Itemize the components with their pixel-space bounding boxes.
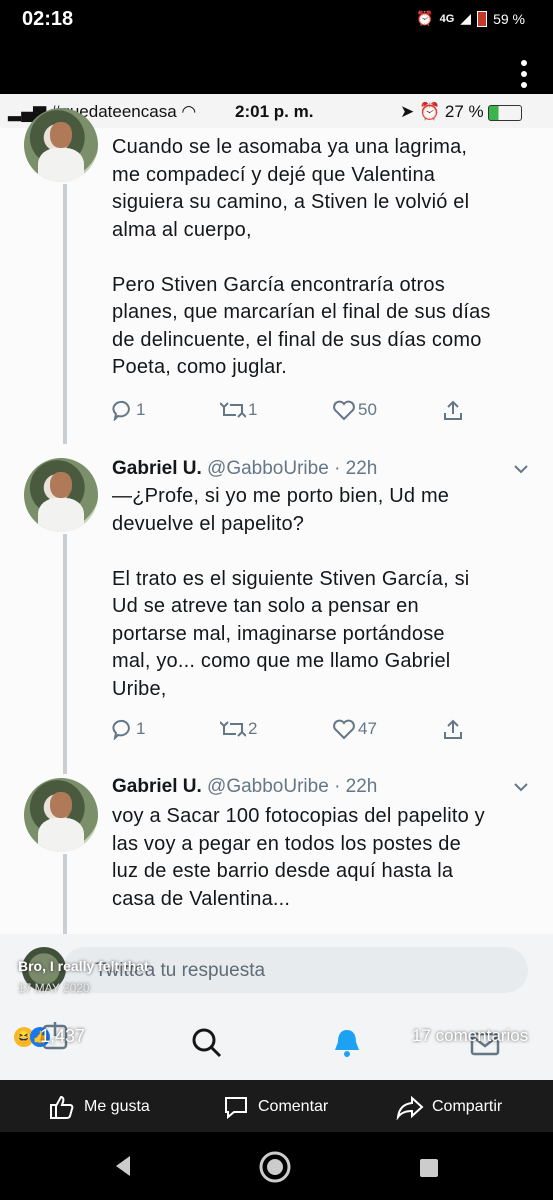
post-caption: Bro, I really felt that — [18, 958, 149, 974]
battery-icon — [477, 10, 488, 27]
search-icon — [192, 1028, 222, 1058]
battery-percent: 59 % — [493, 10, 525, 27]
bell-icon — [335, 1030, 359, 1057]
share-icon — [444, 719, 462, 739]
like-button[interactable]: 47 — [332, 718, 377, 740]
avatar[interactable] — [24, 108, 98, 182]
thread-line — [63, 534, 67, 774]
chevron-down-icon[interactable] — [514, 780, 528, 794]
thumbs-up-icon — [50, 1095, 74, 1119]
signal-icon: ◢ — [460, 10, 472, 26]
avatar[interactable] — [24, 778, 98, 852]
author-handle[interactable]: @GabboUribe — [207, 776, 329, 797]
share-button[interactable] — [442, 399, 464, 421]
share-arrow-icon — [396, 1095, 424, 1120]
back-icon[interactable] — [112, 1154, 134, 1178]
reply-icon — [112, 400, 130, 421]
author-name[interactable]: Gabriel U. — [112, 776, 202, 797]
battery-icon — [488, 104, 523, 121]
ios-time: 2:01 p. m. — [235, 102, 314, 121]
tweet-header: Gabriel U. @GabboUribe · 22h — [112, 776, 377, 798]
reaction-count[interactable]: 1,437 — [40, 1026, 85, 1047]
alarm-icon: ⏰ — [416, 10, 434, 26]
network-label: 4G — [439, 12, 455, 25]
fb-action-bar: Me gusta Comentar Compartir — [0, 1080, 553, 1132]
tweet-time: · 22h — [334, 458, 378, 479]
reply-button[interactable]: 1 — [112, 399, 145, 421]
retweet-button[interactable]: 1 — [220, 399, 257, 421]
thread-line — [63, 184, 67, 444]
location-icon: ➤ — [400, 102, 415, 121]
tweet-text: voy a Sacar 100 fotocopias del papelito … — [112, 805, 485, 910]
share-button[interactable] — [442, 718, 464, 740]
tweet-text: Cuando se le asomaba ya una lagrima, me … — [112, 136, 491, 378]
recents-icon[interactable] — [418, 1157, 440, 1179]
tweet-actions: 1 1 50 — [112, 399, 472, 425]
retweet-button[interactable]: 2 — [220, 718, 257, 740]
heart-icon — [333, 719, 355, 740]
home-icon[interactable] — [258, 1150, 292, 1184]
ios-battery: ➤ ⏰ 27 % — [400, 102, 523, 122]
thread-line — [63, 854, 67, 944]
author-name[interactable]: Gabriel U. — [112, 458, 202, 479]
tweet-time: · 22h — [334, 776, 378, 797]
screenshot-photo: ▂▄▆ #quedateencasa ◠ 2:01 p. m. ➤ ⏰ 27 %… — [0, 94, 553, 1080]
post-date: 17 MAY 2020 — [18, 981, 90, 995]
chevron-down-icon[interactable] — [514, 462, 528, 476]
tweet-text: —¿Profe, si yo me porto bien, Ud me devu… — [112, 485, 470, 700]
heart-icon — [333, 400, 355, 421]
avatar[interactable] — [24, 458, 98, 532]
retweet-icon — [220, 402, 246, 418]
alarm-icon: ⏰ — [418, 102, 441, 121]
search-tab[interactable] — [190, 1026, 224, 1065]
status-time: 02:18 — [22, 8, 74, 30]
tweet-header: Gabriel U. @GabboUribe · 22h — [112, 458, 377, 480]
share-button[interactable]: Compartir — [396, 1094, 502, 1120]
tweet-actions: 1 2 47 — [112, 718, 472, 744]
like-button[interactable]: 50 — [332, 399, 377, 421]
author-handle[interactable]: @GabboUribe — [207, 458, 329, 479]
comment-icon — [225, 1097, 247, 1120]
like-button[interactable]: Me gusta — [48, 1094, 150, 1120]
more-options-icon[interactable] — [519, 58, 529, 90]
wifi-icon: ◠ — [181, 102, 197, 121]
comment-count[interactable]: 17 comentarios — [412, 1026, 528, 1046]
share-icon — [444, 400, 462, 420]
notifications-tab[interactable] — [330, 1026, 364, 1065]
retweet-icon — [220, 721, 246, 737]
status-icons: ⏰ 4G ◢ 59 % — [416, 10, 525, 27]
reply-icon — [112, 719, 130, 740]
android-nav-bar — [0, 1132, 553, 1200]
photo-viewer-header — [0, 42, 553, 94]
android-status-bar: 02:18 ⏰ 4G ◢ 59 % — [0, 0, 553, 42]
comment-button[interactable]: Comentar — [222, 1094, 328, 1120]
reply-button[interactable]: 1 — [112, 718, 145, 740]
